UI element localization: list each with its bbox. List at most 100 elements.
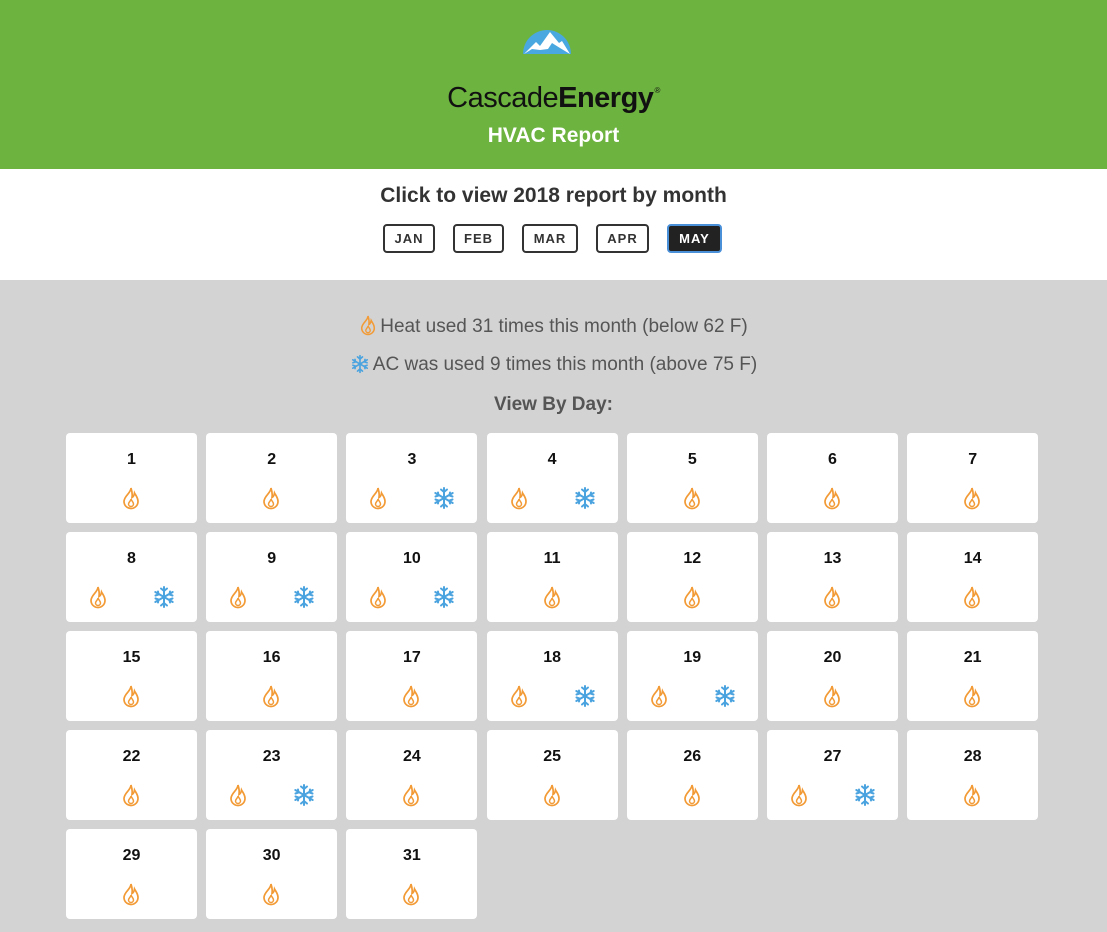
- flame-icon: [962, 585, 982, 614]
- month-button-feb[interactable]: FEB: [453, 224, 504, 253]
- day-card-3[interactable]: 3: [346, 433, 478, 523]
- flame-icon: [649, 684, 669, 713]
- day-card-6[interactable]: 6: [767, 433, 898, 523]
- snowflake-icon: [573, 486, 597, 515]
- day-card-21[interactable]: 21: [907, 631, 1039, 721]
- flame-icon: [121, 684, 141, 713]
- day-card-8[interactable]: 8: [66, 532, 197, 622]
- month-button-jan[interactable]: JAN: [383, 224, 435, 253]
- brand-bold: Energy: [558, 82, 654, 114]
- registered-mark: ®: [654, 86, 660, 95]
- flame-icon: [682, 486, 702, 515]
- brand-wordmark: CascadeEnergy®: [0, 71, 1107, 118]
- brand-light: Cascade: [447, 82, 559, 114]
- day-card-24[interactable]: 24: [346, 730, 478, 820]
- day-card-31[interactable]: 31: [346, 829, 478, 919]
- day-card-30[interactable]: 30: [206, 829, 338, 919]
- day-card-23[interactable]: 23: [206, 730, 338, 820]
- snowflake-icon: [573, 684, 597, 713]
- month-prompt: Click to view 2018 report by month: [380, 184, 727, 207]
- flame-icon: [401, 882, 421, 911]
- flame-icon: [88, 585, 108, 614]
- day-card-26[interactable]: 26: [626, 730, 758, 820]
- day-number: 30: [262, 847, 281, 864]
- month-button-mar[interactable]: MAR: [522, 224, 578, 253]
- flame-icon: [121, 783, 141, 812]
- day-card-13[interactable]: 13: [767, 532, 898, 622]
- view-by-day-label: View By Day:: [494, 394, 613, 415]
- flame-icon: [822, 585, 842, 614]
- day-card-15[interactable]: 15: [66, 631, 197, 721]
- day-card-16[interactable]: 16: [206, 631, 338, 721]
- day-card-20[interactable]: 20: [767, 631, 898, 721]
- month-selector: Click to view 2018 report by month JAN F…: [0, 169, 1107, 280]
- day-number: 31: [402, 847, 421, 864]
- day-card-7[interactable]: 7: [907, 433, 1039, 523]
- day-number: 2: [267, 451, 277, 468]
- day-card-5[interactable]: 5: [626, 433, 758, 523]
- flame-icon: [822, 486, 842, 515]
- day-card-11[interactable]: 11: [486, 532, 618, 622]
- day-number: 27: [823, 748, 842, 765]
- day-card-19[interactable]: 19: [626, 631, 758, 721]
- flame-icon: [121, 882, 141, 911]
- day-number: 16: [262, 649, 281, 666]
- day-number: 1: [127, 451, 136, 468]
- flame-icon: [261, 882, 281, 911]
- flame-icon: [822, 684, 842, 713]
- day-number: 20: [823, 649, 842, 666]
- day-card-28[interactable]: 28: [907, 730, 1039, 820]
- day-number: 10: [402, 550, 421, 567]
- day-card-22[interactable]: 22: [66, 730, 197, 820]
- day-number: 3: [407, 451, 417, 468]
- month-button-may[interactable]: MAY: [667, 224, 722, 253]
- flame-icon: [682, 783, 702, 812]
- day-card-27[interactable]: 27: [767, 730, 898, 820]
- snowflake-icon: [432, 486, 456, 515]
- day-card-10[interactable]: 10: [346, 532, 478, 622]
- day-number: 19: [683, 649, 702, 666]
- day-number: 21: [963, 649, 982, 666]
- heat-summary: Heat used 31 times this month (below 62 …: [0, 314, 1107, 339]
- flame-icon: [368, 585, 388, 614]
- day-card-18[interactable]: 18: [486, 631, 618, 721]
- day-card-17[interactable]: 17: [346, 631, 478, 721]
- report-title: HVAC Report: [487, 124, 620, 147]
- day-card-25[interactable]: 25: [486, 730, 618, 820]
- heat-summary-text: Heat used 31 times this month (below 62 …: [380, 316, 748, 337]
- flame-icon: [368, 486, 388, 515]
- flame-icon: [962, 783, 982, 812]
- flame-icon: [261, 684, 281, 713]
- day-card-9[interactable]: 9: [206, 532, 338, 622]
- day-number: 17: [402, 649, 421, 666]
- flame-icon: [509, 486, 529, 515]
- day-number: 28: [963, 748, 982, 765]
- flame-icon: [228, 585, 248, 614]
- day-card-14[interactable]: 14: [907, 532, 1039, 622]
- day-card-12[interactable]: 12: [626, 532, 758, 622]
- day-number: 9: [267, 550, 277, 567]
- day-number: 7: [968, 451, 978, 468]
- day-number: 15: [122, 649, 141, 666]
- day-card-29[interactable]: 29: [66, 829, 197, 919]
- day-number: 23: [262, 748, 281, 765]
- flame-icon: [121, 486, 141, 515]
- day-card-4[interactable]: 4: [486, 433, 618, 523]
- day-card-2[interactable]: 2: [206, 433, 338, 523]
- snowflake-icon: [351, 354, 368, 374]
- flame-icon: [401, 783, 421, 812]
- snowflake-icon: [713, 684, 737, 713]
- snowflake-icon: [853, 783, 877, 812]
- day-number: 6: [828, 451, 837, 468]
- flame-icon: [962, 486, 982, 515]
- snowflake-icon: [152, 585, 176, 614]
- flame-icon: [361, 315, 376, 336]
- day-number: 4: [547, 451, 557, 468]
- ac-summary: AC was used 9 times this month (above 75…: [0, 353, 1107, 377]
- month-button-apr[interactable]: APR: [596, 224, 649, 253]
- day-number: 14: [963, 550, 982, 567]
- flame-icon: [228, 783, 248, 812]
- day-card-1[interactable]: 1: [66, 433, 197, 523]
- flame-icon: [401, 684, 421, 713]
- day-number: 25: [543, 748, 561, 765]
